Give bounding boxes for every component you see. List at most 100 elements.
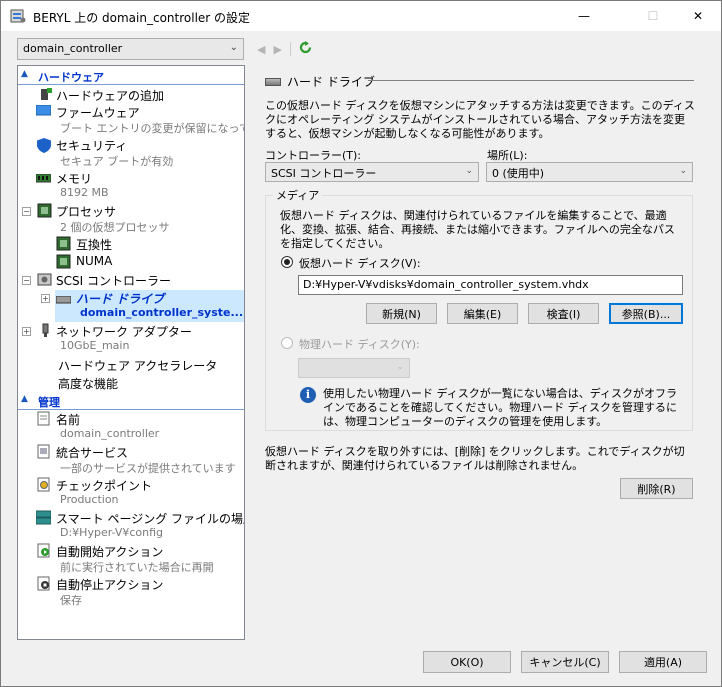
processor-icon bbox=[37, 203, 52, 218]
physical-disk-radio[interactable] bbox=[281, 337, 293, 349]
tree-item-sub: 前に実行されていた場合に再開 bbox=[60, 561, 214, 574]
tree-item-sub: D:¥Hyper-V¥config bbox=[60, 526, 164, 539]
tree-item-label: ハード ドライブ bbox=[76, 292, 165, 306]
tree-item-label: チェックポイント bbox=[56, 479, 153, 493]
processor-icon bbox=[56, 236, 71, 251]
collapse-toggle[interactable]: − bbox=[22, 207, 31, 216]
tree-item-scsi[interactable]: − SCSI コントローラー bbox=[18, 272, 244, 288]
tree-item-auto-start[interactable]: 自動開始アクション 前に実行されていた場合に再開 bbox=[18, 543, 244, 575]
checkpoint-icon bbox=[37, 477, 52, 492]
hard-drive-icon bbox=[265, 77, 281, 86]
vhd-path-input[interactable]: D:¥Hyper-V¥vdisks¥domain_controller_syst… bbox=[298, 275, 683, 295]
auto-stop-icon bbox=[37, 576, 52, 591]
refresh-icon[interactable] bbox=[299, 41, 312, 57]
tree-item-advanced[interactable]: 高度な機能 bbox=[18, 375, 244, 391]
name-icon bbox=[37, 411, 52, 426]
tree-item-label: NUMA bbox=[76, 254, 113, 268]
vhd-radio-label[interactable]: 仮想ハード ディスク(V): bbox=[299, 255, 421, 271]
auto-start-icon bbox=[37, 543, 52, 558]
tree-item-network-adapter[interactable]: + ネットワーク アダプター 10GbE_main bbox=[18, 323, 244, 355]
location-select[interactable]: 0 (使用中) ⌄ bbox=[486, 162, 693, 182]
tree-item-hard-drive[interactable]: + ハード ドライブ domain_controller_syste... bbox=[18, 290, 244, 322]
hardware-header-label: ハードウェア bbox=[38, 71, 104, 84]
tree-item-label: 統合サービス bbox=[56, 446, 129, 460]
tree-item-security[interactable]: セキュリティ セキュア ブートが有効 bbox=[18, 137, 244, 169]
tree-item-processor[interactable]: − プロセッサ 2 個の仮想プロセッサ bbox=[18, 203, 244, 235]
panel-description: この仮想ハード ディスクを仮想マシンにアタッチする方法は変更できます。このディス… bbox=[265, 99, 695, 140]
add-hardware-icon bbox=[38, 87, 53, 102]
cancel-button[interactable]: キャンセル(C) bbox=[521, 651, 609, 673]
info-icon: i bbox=[300, 387, 316, 403]
tree-item-label: SCSI コントローラー bbox=[56, 274, 171, 288]
inspect-button[interactable]: 検査(I) bbox=[528, 303, 599, 324]
vhd-radio[interactable] bbox=[281, 256, 293, 268]
tree-item-sub: ブート エントリの変更が保留になって... bbox=[60, 122, 245, 135]
chevron-down-icon: ⌄ bbox=[465, 166, 473, 176]
settings-tree: ▲ ハードウェア ハードウェアの追加 ファームウェア ブート エントリの変更が保… bbox=[17, 65, 245, 640]
physical-disk-radio-label[interactable]: 物理ハード ディスク(Y): bbox=[299, 336, 420, 352]
paging-file-icon bbox=[35, 510, 52, 525]
tree-item-smart-paging[interactable]: スマート ページング ファイルの場所 D:¥Hyper-V¥config bbox=[18, 510, 244, 542]
tree-item-auto-stop[interactable]: 自動停止アクション 保存 bbox=[18, 576, 244, 608]
tree-item-hw-accel[interactable]: ハードウェア アクセラレータ bbox=[18, 357, 244, 373]
apply-button[interactable]: 適用(A) bbox=[619, 651, 707, 673]
vm-select-value: domain_controller bbox=[23, 42, 123, 55]
integration-services-icon bbox=[37, 444, 52, 459]
maximize-button[interactable]: ☐ bbox=[630, 1, 676, 31]
tree-item-integration[interactable]: 統合サービス 一部のサービスが提供されています bbox=[18, 444, 244, 476]
scsi-controller-icon bbox=[37, 272, 52, 287]
tree-item-label: スマート ページング ファイルの場所 bbox=[56, 512, 245, 526]
tree-item-label: 自動開始アクション bbox=[56, 545, 164, 559]
tree-item-label: 自動停止アクション bbox=[56, 578, 164, 592]
title-divider bbox=[368, 80, 694, 81]
shield-icon bbox=[37, 138, 52, 153]
hardware-section-header[interactable]: ▲ ハードウェア bbox=[18, 68, 244, 84]
section-divider bbox=[18, 409, 244, 410]
media-description: 仮想ハード ディスクは、関連付けられているファイルを編集することで、最適化、変換… bbox=[280, 209, 675, 250]
tree-item-firmware[interactable]: ファームウェア ブート エントリの変更が保留になって... bbox=[18, 104, 244, 136]
tree-item-name[interactable]: 名前 domain_controller bbox=[18, 411, 244, 443]
tree-item-numa[interactable]: NUMA bbox=[18, 254, 244, 270]
browse-button[interactable]: 参照(B)... bbox=[609, 303, 683, 324]
close-button[interactable]: ✕ bbox=[675, 1, 721, 31]
physical-disk-info: 使用したい物理ハード ディスクが一覧にない場合は、ディスクがオフラインであること… bbox=[323, 387, 677, 428]
new-button[interactable]: 新規(N) bbox=[366, 303, 437, 324]
expand-toggle[interactable]: + bbox=[41, 294, 50, 303]
vm-select[interactable]: domain_controller ⌄ bbox=[17, 38, 244, 60]
controller-select[interactable]: SCSI コントローラー ⌄ bbox=[265, 162, 479, 182]
physical-disk-select[interactable]: ⌄ bbox=[298, 358, 410, 378]
collapse-icon: ▲ bbox=[21, 69, 28, 79]
tree-item-label: セキュリティ bbox=[56, 139, 128, 153]
network-adapter-icon bbox=[38, 323, 53, 338]
tree-item-add-hardware[interactable]: ハードウェアの追加 bbox=[18, 87, 244, 103]
tree-item-sub: domain_controller_syste... bbox=[80, 306, 244, 319]
tree-item-sub: Production bbox=[60, 493, 119, 506]
location-label: 場所(L): bbox=[487, 149, 528, 162]
tree-item-label: 互換性 bbox=[76, 238, 113, 252]
media-legend: メディア bbox=[273, 187, 323, 203]
tree-item-sub: 2 個の仮想プロセッサ bbox=[60, 221, 170, 234]
edit-button[interactable]: 編集(E) bbox=[447, 303, 518, 324]
back-arrow-icon[interactable]: ◀ bbox=[257, 43, 265, 56]
forward-arrow-icon[interactable]: ▶ bbox=[273, 43, 281, 56]
collapse-toggle[interactable]: − bbox=[22, 276, 31, 285]
remove-description: 仮想ハード ディスクを取り外すには、[削除] をクリックします。これでディスクが… bbox=[265, 445, 685, 472]
tree-item-label: メモリ bbox=[56, 172, 93, 186]
expand-toggle[interactable]: + bbox=[22, 327, 31, 336]
tree-item-label: ハードウェア アクセラレータ bbox=[58, 359, 218, 373]
tree-item-checkpoint[interactable]: チェックポイント Production bbox=[18, 477, 244, 509]
tree-item-compat[interactable]: 互換性 bbox=[18, 236, 244, 252]
ok-button[interactable]: OK(O) bbox=[423, 651, 511, 673]
firmware-icon bbox=[35, 104, 52, 120]
section-divider bbox=[18, 84, 244, 85]
hyperv-settings-icon bbox=[10, 8, 26, 24]
tree-item-label: 高度な機能 bbox=[58, 377, 119, 391]
remove-button[interactable]: 削除(R) bbox=[620, 478, 693, 499]
minimize-button[interactable]: — bbox=[561, 1, 607, 31]
tree-item-label: プロセッサ bbox=[56, 205, 117, 219]
management-section-header[interactable]: ▲ 管理 bbox=[18, 393, 244, 409]
tree-item-sub: 10GbE_main bbox=[60, 339, 130, 352]
management-header-label: 管理 bbox=[38, 396, 60, 409]
nav-arrows: ◀ ▶ bbox=[257, 41, 312, 57]
tree-item-memory[interactable]: メモリ 8192 MB bbox=[18, 170, 244, 202]
